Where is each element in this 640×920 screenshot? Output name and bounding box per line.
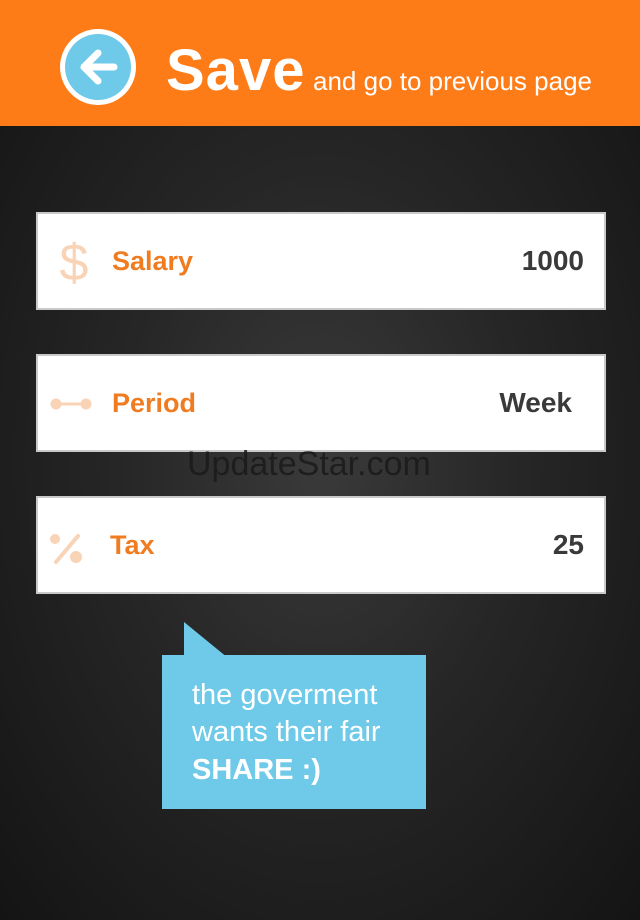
bubble-line-1: the goverment: [192, 679, 378, 711]
tax-label: Tax: [110, 530, 155, 560]
percent-icon: [50, 534, 82, 564]
salary-value[interactable]: 1000: [522, 244, 584, 278]
bubble-tail: [184, 622, 228, 658]
period-value[interactable]: Week: [499, 386, 572, 420]
tax-value[interactable]: 25: [553, 528, 584, 562]
header-bar: Save and go to previous page: [0, 0, 640, 126]
arrow-left-icon: [80, 49, 118, 85]
period-label: Period: [112, 388, 197, 418]
bubble-line-3: SHARE :): [192, 754, 321, 786]
back-button[interactable]: [60, 29, 136, 105]
tax-field[interactable]: Tax 25: [36, 496, 606, 594]
slider-icon: [50, 398, 92, 410]
svg-text:$: $: [60, 234, 89, 288]
bubble-line-2: wants their fair: [192, 716, 381, 748]
salary-label: Salary: [112, 246, 194, 276]
salary-field[interactable]: $ Salary 1000: [36, 212, 606, 310]
dollar-icon: $: [60, 234, 89, 288]
tip-bubble: the goverment wants their fair SHARE :): [162, 655, 426, 809]
watermark-text: UpdateStar.com: [187, 445, 431, 483]
period-field[interactable]: Period Week: [36, 354, 606, 452]
save-title[interactable]: Save: [166, 36, 305, 106]
save-subtitle: and go to previous page: [313, 66, 592, 96]
